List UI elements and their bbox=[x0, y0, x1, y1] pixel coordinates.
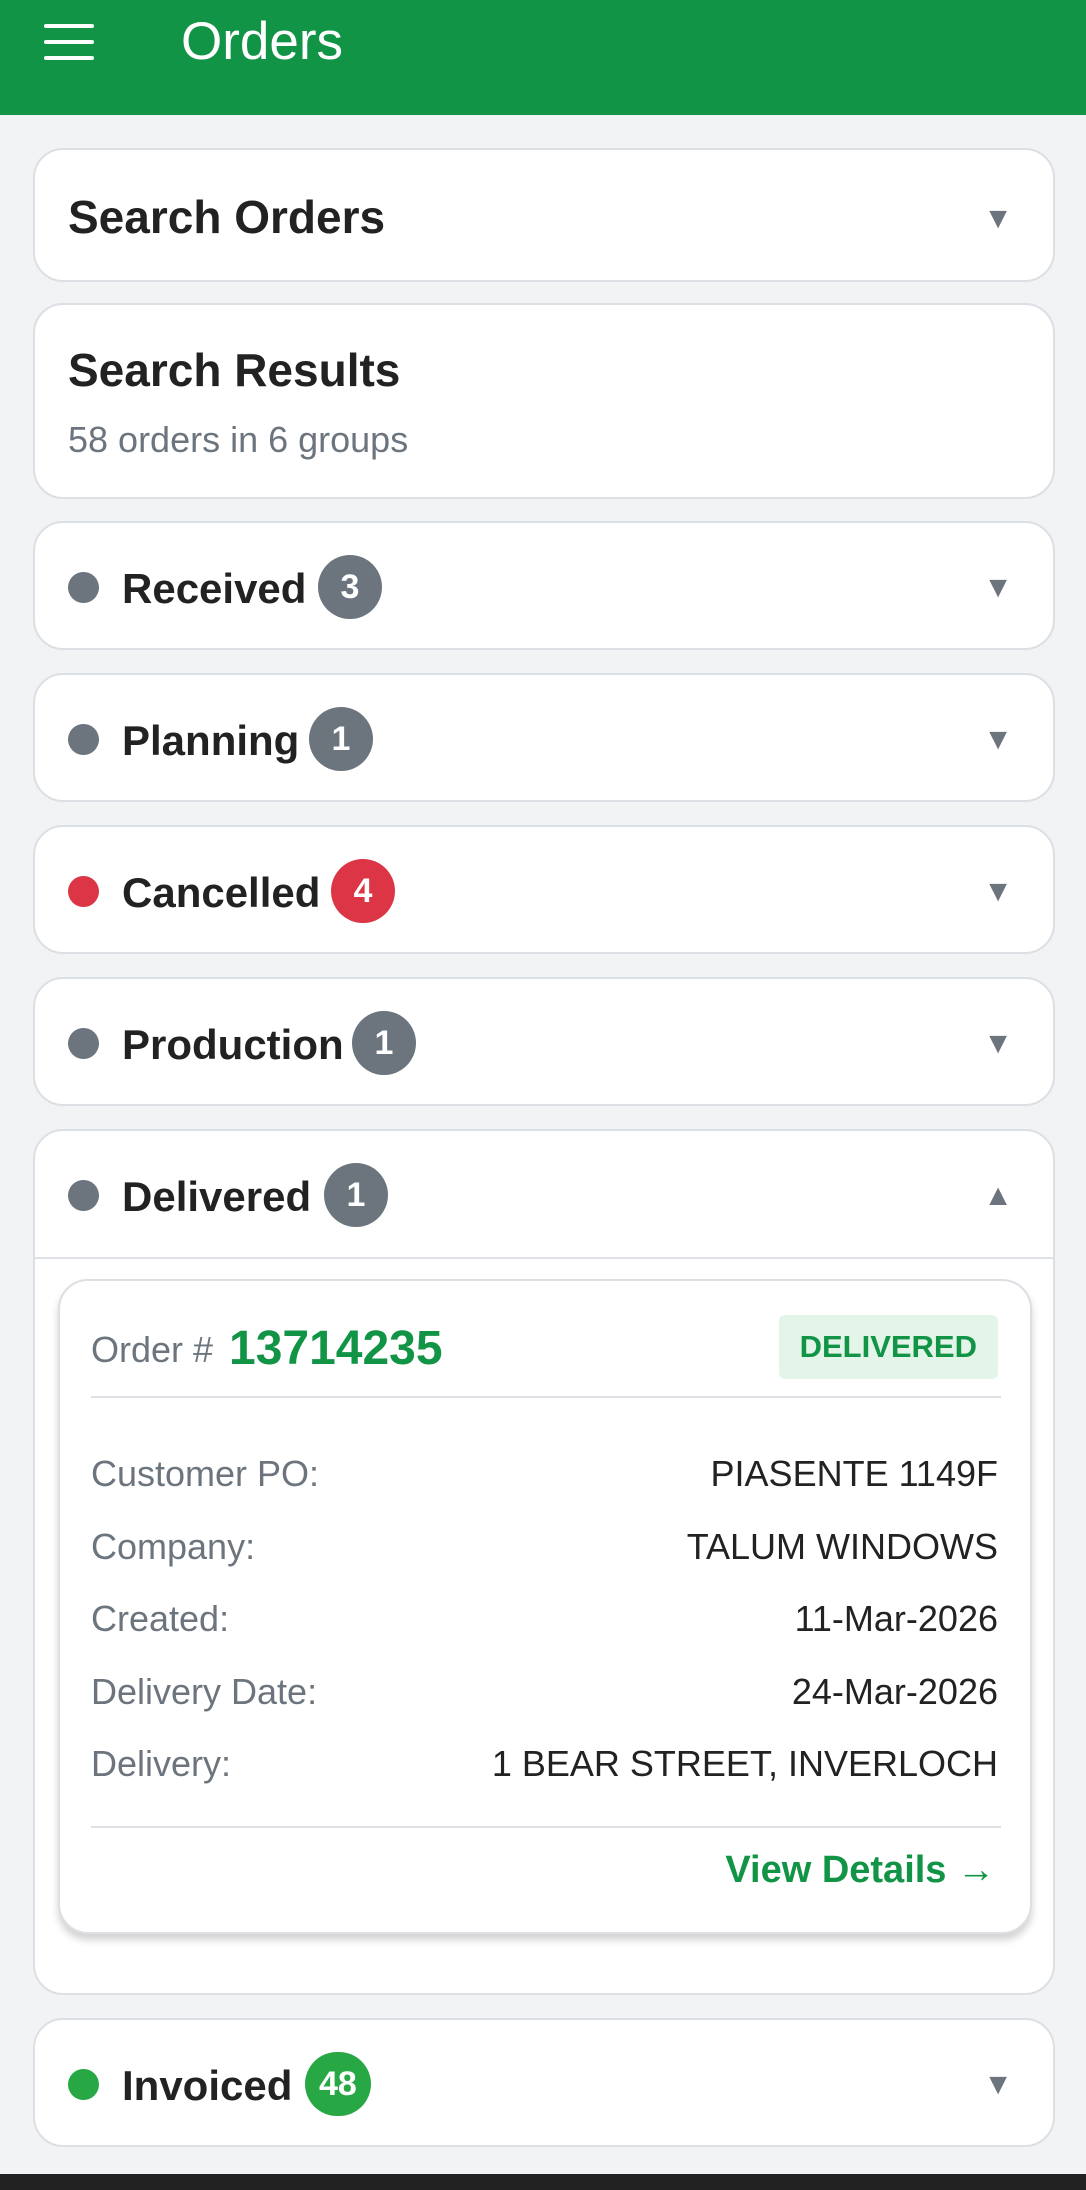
delivery-date-label: Delivery Date: bbox=[91, 1671, 318, 1712]
count-badge: 1 bbox=[324, 1163, 388, 1227]
status-dot bbox=[68, 724, 99, 755]
divider bbox=[35, 1257, 1053, 1259]
delivery-date-value: 24-Mar-2026 bbox=[791, 1671, 998, 1712]
delivery-address-label: Delivery: bbox=[91, 1743, 232, 1784]
view-details-link[interactable]: View Details → bbox=[725, 1849, 995, 1892]
company-label: Company: bbox=[91, 1526, 256, 1567]
group-received[interactable]: Received 3 ▼ bbox=[33, 521, 1055, 650]
group-name: Invoiced bbox=[122, 2062, 293, 2109]
status-dot bbox=[68, 876, 99, 907]
status-dot bbox=[68, 1180, 99, 1211]
group-cancelled[interactable]: Cancelled 4 ▼ bbox=[33, 825, 1055, 954]
group-header[interactable]: Planning 1 ▼ bbox=[35, 675, 1053, 801]
chevron-down-icon[interactable]: ▼ bbox=[983, 877, 1013, 907]
app-bar: Orders bbox=[0, 0, 1086, 115]
count-badge: 48 bbox=[305, 2052, 371, 2116]
delivery-address-value: 1 BEAR STREET, INVERLOCH bbox=[491, 1743, 998, 1784]
created-label: Created: bbox=[91, 1598, 230, 1639]
hamburger-menu-icon[interactable] bbox=[44, 24, 94, 60]
search-results-summary: Search Results 58 orders in 6 groups bbox=[33, 303, 1055, 499]
status-dot bbox=[68, 2069, 99, 2100]
group-name: Production bbox=[122, 1021, 344, 1068]
group-name: Delivered bbox=[122, 1173, 312, 1220]
order-card[interactable]: Order # 13714235 DELIVERED Customer PO: … bbox=[58, 1279, 1032, 1934]
status-badge: DELIVERED bbox=[778, 1315, 998, 1379]
divider bbox=[91, 1396, 1001, 1398]
group-name: Planning bbox=[122, 717, 300, 764]
page-title: Orders bbox=[181, 12, 343, 71]
group-name: Received bbox=[122, 565, 307, 612]
chevron-down-icon[interactable]: ▼ bbox=[983, 2070, 1013, 2100]
search-results-count: 58 orders in 6 groups bbox=[68, 419, 409, 460]
search-results-title: Search Results bbox=[68, 344, 401, 396]
group-header[interactable]: Received 3 ▼ bbox=[35, 523, 1053, 649]
group-header[interactable]: Invoiced 48 ▼ bbox=[35, 2020, 1053, 2146]
created-value: 11-Mar-2026 bbox=[794, 1598, 998, 1639]
customer-po-value: PIASENTE 1149F bbox=[710, 1453, 998, 1494]
system-nav-bar bbox=[0, 2174, 1086, 2190]
group-planning[interactable]: Planning 1 ▼ bbox=[33, 673, 1055, 802]
group-production[interactable]: Production 1 ▼ bbox=[33, 977, 1055, 1106]
chevron-down-icon[interactable]: ▼ bbox=[983, 725, 1013, 755]
group-name: Cancelled bbox=[122, 869, 321, 916]
group-invoiced[interactable]: Invoiced 48 ▼ bbox=[33, 2018, 1055, 2147]
count-badge: 1 bbox=[309, 707, 373, 771]
group-delivered: Delivered 1 ▲ Order # 13714235 DELIVERED… bbox=[33, 1129, 1055, 1995]
customer-po-label: Customer PO: bbox=[91, 1453, 320, 1494]
status-dot bbox=[68, 572, 99, 603]
count-badge: 4 bbox=[331, 859, 395, 923]
chevron-up-icon[interactable]: ▲ bbox=[983, 1181, 1013, 1211]
chevron-down-icon[interactable]: ▼ bbox=[983, 1029, 1013, 1059]
search-orders-title: Search Orders bbox=[68, 191, 386, 243]
chevron-down-icon[interactable]: ▼ bbox=[983, 573, 1013, 603]
order-number: 13714235 bbox=[229, 1322, 443, 1375]
search-orders-panel[interactable]: Search Orders ▼ bbox=[33, 148, 1055, 282]
order-number-label: Order # bbox=[91, 1329, 214, 1370]
chevron-down-icon[interactable]: ▼ bbox=[983, 204, 1013, 234]
company-value: TALUM WINDOWS bbox=[686, 1526, 998, 1567]
group-header[interactable]: Delivered 1 ▲ bbox=[35, 1131, 1053, 1257]
count-badge: 3 bbox=[318, 555, 382, 619]
group-header[interactable]: Production 1 ▼ bbox=[35, 979, 1053, 1105]
divider bbox=[91, 1826, 1001, 1828]
group-header[interactable]: Cancelled 4 ▼ bbox=[35, 827, 1053, 953]
status-dot bbox=[68, 1028, 99, 1059]
count-badge: 1 bbox=[352, 1011, 416, 1075]
